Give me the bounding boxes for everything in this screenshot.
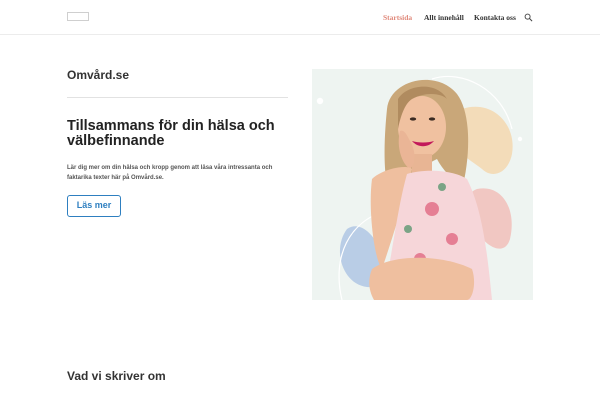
divider bbox=[67, 97, 288, 98]
smiling-woman-photo bbox=[312, 69, 533, 300]
site-logo[interactable] bbox=[67, 12, 89, 21]
nav-link-kontakta-oss[interactable]: Kontakta oss bbox=[474, 13, 516, 22]
hero-image bbox=[312, 69, 533, 300]
site-name-heading: Omvård.se bbox=[67, 68, 130, 82]
section-heading: Vad vi skriver om bbox=[67, 369, 166, 383]
read-more-button[interactable]: Läs mer bbox=[67, 195, 121, 217]
nav-link-allt-innehall[interactable]: Allt innehåll bbox=[424, 13, 464, 22]
nav-link-startsida[interactable]: Startsida bbox=[383, 13, 412, 22]
hero-title: Tillsammans för din hälsa och välbefinna… bbox=[67, 118, 275, 149]
search-icon[interactable] bbox=[524, 13, 533, 22]
site-header: Startsida Allt innehåll Kontakta oss bbox=[0, 0, 600, 35]
hero-description: Lär dig mer om din hälsa och kropp genom… bbox=[67, 165, 273, 181]
